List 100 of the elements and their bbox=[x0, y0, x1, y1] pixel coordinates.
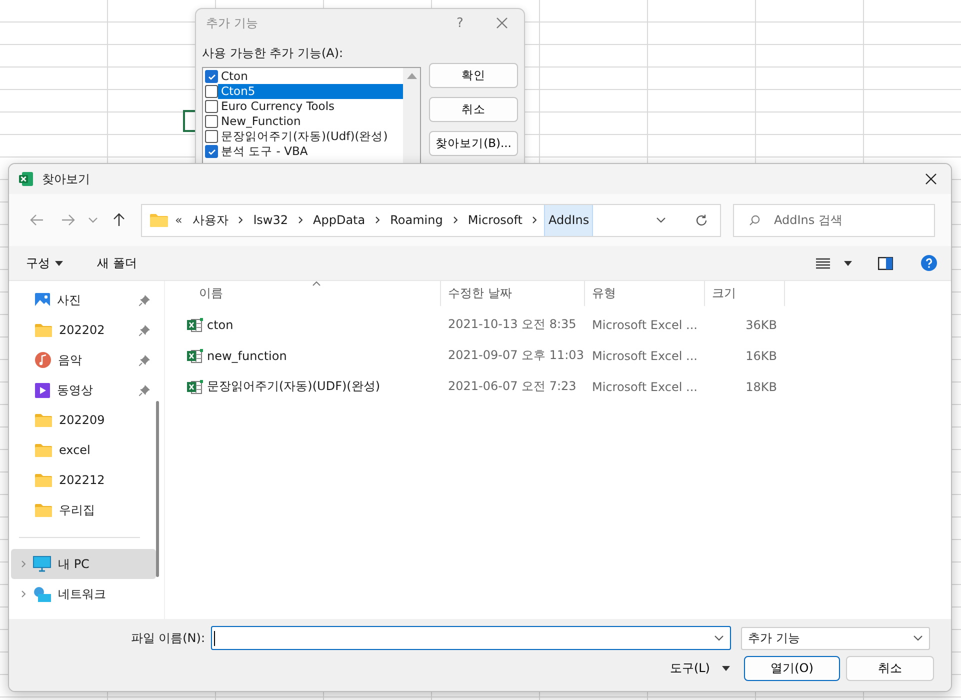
breadcrumb-item[interactable]: lsw32 bbox=[250, 204, 292, 236]
expand-chevron-icon[interactable] bbox=[21, 560, 26, 568]
tools-menu[interactable]: 도구(L) bbox=[670, 660, 710, 677]
sidebar-item[interactable]: excel bbox=[11, 435, 156, 465]
add-in-item[interactable]: Cton5 bbox=[218, 84, 403, 99]
table-cell-text: Microsoft Excel ... bbox=[591, 348, 698, 362]
up-arrow-icon[interactable] bbox=[113, 213, 125, 227]
video-icon bbox=[35, 382, 50, 398]
caret-down-icon[interactable] bbox=[844, 260, 852, 266]
search-icon bbox=[749, 214, 760, 226]
chevron-down-icon bbox=[913, 635, 923, 641]
sidebar-label: 우리집 bbox=[59, 502, 96, 518]
file-name[interactable]: 문장읽어주기(자동)(UDF)(완성) bbox=[207, 378, 380, 395]
folder-icon bbox=[35, 473, 52, 487]
organize-menu[interactable]: 구성 bbox=[18, 250, 71, 276]
network-icon bbox=[33, 586, 51, 602]
file-name[interactable]: new_function bbox=[207, 348, 287, 362]
dialog-title: 찾아보기 bbox=[42, 170, 91, 188]
caret-down-icon bbox=[55, 260, 63, 266]
table-cell-text: 2021-09-07 오후 11:03 bbox=[447, 347, 585, 364]
breadcrumb-item[interactable]: Roaming bbox=[387, 204, 446, 236]
folder-icon bbox=[150, 213, 168, 227]
add-in-item[interactable]: Euro Currency Tools bbox=[218, 99, 403, 114]
file-type-dropdown[interactable]: 추가 기능 bbox=[741, 626, 930, 650]
sidebar-label: 202202 bbox=[59, 323, 106, 337]
sidebar-label: 음악 bbox=[58, 352, 83, 368]
view-list-icon[interactable] bbox=[816, 258, 830, 268]
chevron-right-icon bbox=[452, 216, 458, 224]
sidebar-item[interactable]: 202202 bbox=[11, 315, 156, 345]
file-name[interactable]: cton bbox=[207, 318, 234, 332]
forward-arrow-icon[interactable] bbox=[61, 214, 75, 226]
column-header[interactable]: 크기 bbox=[705, 281, 785, 306]
help-button[interactable]: ? bbox=[440, 16, 480, 30]
dialog-button[interactable]: 취소 bbox=[846, 656, 934, 681]
folder-icon bbox=[35, 413, 52, 427]
sidebar-label: 202212 bbox=[59, 473, 106, 487]
sidebar-item[interactable]: 사진 bbox=[11, 285, 156, 315]
check-icon bbox=[206, 72, 216, 82]
table-cell-text: 2021-10-13 오전 8:35 bbox=[447, 316, 578, 333]
sidebar-item[interactable]: 음악 bbox=[11, 345, 156, 375]
dialog-button[interactable]: 확인 bbox=[429, 63, 518, 88]
check-icon bbox=[206, 146, 216, 156]
folder-icon bbox=[35, 503, 52, 517]
breadcrumb-item[interactable]: 사용자 bbox=[189, 204, 232, 236]
table-cell-text: Microsoft Excel ... bbox=[591, 318, 698, 332]
column-header[interactable]: 유형 bbox=[585, 281, 705, 306]
expand-chevron-icon[interactable] bbox=[21, 590, 26, 598]
table-cell-text: 18KB bbox=[744, 380, 778, 394]
caret-down-icon[interactable] bbox=[722, 666, 730, 671]
dialog-button[interactable]: 열기(O) bbox=[744, 656, 840, 681]
checkbox[interactable] bbox=[205, 85, 218, 98]
add-in-item[interactable]: 분석 도구 - VBA bbox=[218, 144, 403, 159]
sidebar-item[interactable]: 우리집 bbox=[11, 495, 156, 525]
sidebar-item[interactable]: 동영상 bbox=[11, 375, 156, 405]
help-icon[interactable] bbox=[921, 255, 937, 271]
close-icon bbox=[925, 173, 937, 185]
sidebar-label: 202209 bbox=[59, 413, 106, 427]
sidebar-item[interactable]: 202209 bbox=[11, 405, 156, 435]
breadcrumb-item[interactable]: AppData bbox=[310, 204, 368, 236]
table-cell-text: Microsoft Excel ... bbox=[591, 380, 698, 394]
dialog-button[interactable]: 찾아보기(B)... bbox=[429, 131, 518, 156]
scrollbar-thumb[interactable] bbox=[156, 401, 159, 577]
add-in-item[interactable]: 문장읽어주기(자동)(Udf)(완성) bbox=[218, 129, 403, 144]
checkbox[interactable] bbox=[205, 145, 218, 158]
spreadsheet-file-icon bbox=[187, 318, 203, 332]
checkbox[interactable] bbox=[205, 130, 218, 143]
search-field[interactable]: AddIns 검색 bbox=[733, 204, 935, 236]
add-in-item[interactable]: Cton bbox=[218, 69, 403, 84]
spreadsheet-file-icon bbox=[187, 348, 203, 362]
dialog-title: 추가 기능 bbox=[206, 14, 259, 32]
sidebar-item[interactable]: 내 PC bbox=[11, 549, 156, 579]
sidebar-item[interactable]: 202212 bbox=[11, 465, 156, 495]
sidebar-item[interactable]: 네트워크 bbox=[11, 579, 156, 609]
breadcrumb-item[interactable]: Microsoft bbox=[464, 204, 526, 236]
chevron-down-icon[interactable] bbox=[714, 635, 724, 641]
refresh-icon[interactable] bbox=[695, 214, 708, 226]
column-header[interactable]: 이름 bbox=[165, 281, 441, 306]
checkbox[interactable] bbox=[205, 100, 218, 113]
table-cell-text: 2021-06-07 오전 7:23 bbox=[447, 378, 578, 395]
file-name-field[interactable] bbox=[211, 626, 731, 650]
pictures-icon bbox=[35, 292, 50, 308]
checkbox[interactable] bbox=[205, 115, 218, 128]
file-name-label: 파일 이름(N): bbox=[130, 630, 206, 646]
add-in-item[interactable]: New_Function bbox=[218, 114, 403, 129]
folder-icon bbox=[35, 323, 52, 337]
column-header[interactable]: 수정한 날짜 bbox=[441, 281, 585, 306]
file-type-label: 추가 기능 bbox=[748, 630, 800, 646]
overflow-chevron[interactable]: « bbox=[175, 213, 182, 227]
sort-caret-icon[interactable] bbox=[312, 281, 321, 286]
new-folder-button[interactable]: 새 폴더 bbox=[89, 250, 145, 276]
table-cell-text: 16KB bbox=[744, 348, 778, 362]
dialog-button[interactable]: 취소 bbox=[429, 97, 518, 122]
address-bar[interactable]: « 사용자 lsw32 AppData Roaming Microsoft AddIns bbox=[141, 204, 721, 236]
chevron-down-icon[interactable] bbox=[656, 217, 666, 223]
preview-pane-icon[interactable] bbox=[878, 256, 893, 270]
chevron-right-icon bbox=[375, 216, 380, 224]
close-icon bbox=[496, 17, 508, 29]
back-arrow-icon[interactable] bbox=[30, 214, 44, 226]
breadcrumb-item[interactable]: AddIns bbox=[544, 204, 594, 236]
checkbox[interactable] bbox=[205, 70, 218, 83]
